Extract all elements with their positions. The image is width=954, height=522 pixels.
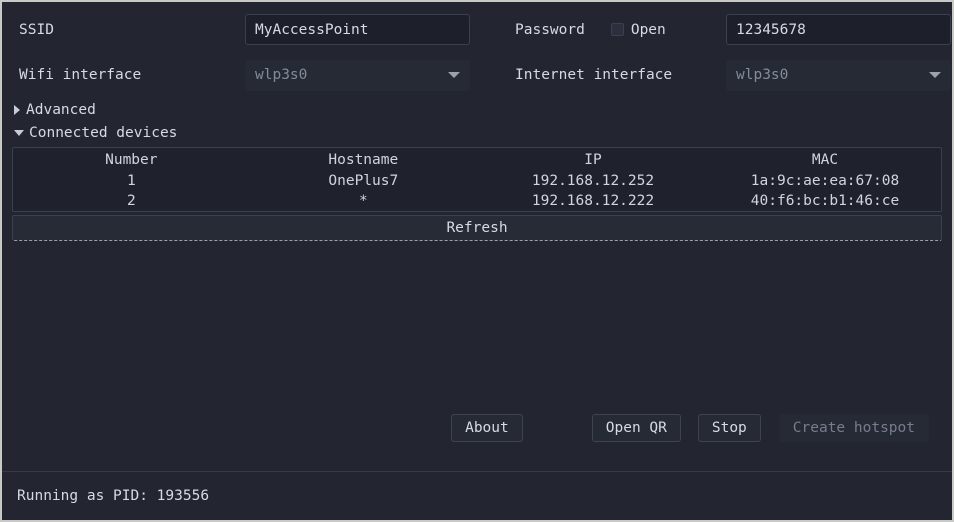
action-button-bar: About Open QR Stop Create hotspot xyxy=(2,414,952,442)
ssid-input[interactable] xyxy=(245,14,470,45)
status-text: Running as PID: 193556 xyxy=(17,488,210,504)
password-label: Password xyxy=(515,21,585,38)
refresh-button[interactable]: Refresh xyxy=(12,215,942,241)
cell-ip: 192.168.12.222 xyxy=(531,193,655,209)
table-row[interactable]: 2 * 192.168.12.222 40:f6:bc:b1:46:ce xyxy=(13,191,941,211)
table-header: Number Hostname IP MAC xyxy=(13,148,941,171)
table-header-row: Number Hostname IP MAC xyxy=(13,148,941,171)
wifi-interface-value: wlp3s0 xyxy=(255,67,308,83)
expander-advanced-label: Advanced xyxy=(26,101,96,118)
connected-devices-table: Number Hostname IP MAC 1 OnePlus7 192.16… xyxy=(13,148,941,211)
main-content: SSID Password Open Wifi interface xyxy=(2,2,952,471)
wifi-interface-cell: wlp3s0 xyxy=(245,59,476,91)
create-hotspot-button[interactable]: Create hotspot xyxy=(778,414,929,442)
chevron-down-icon xyxy=(448,72,460,78)
refresh-button-label: Refresh xyxy=(446,220,508,236)
password-field-cell xyxy=(726,14,951,45)
wifi-interface-label: Wifi interface xyxy=(19,67,142,83)
status-bar: Running as PID: 193556 xyxy=(2,471,952,520)
expander-advanced[interactable]: Advanced xyxy=(2,98,952,121)
internet-interface-select[interactable]: wlp3s0 xyxy=(726,59,951,91)
settings-form: SSID Password Open Wifi interface xyxy=(2,2,952,98)
password-input[interactable] xyxy=(726,14,951,45)
open-checkbox-label: Open xyxy=(630,21,666,38)
cell-hostname: OnePlus7 xyxy=(328,173,399,189)
connected-devices-table-wrapper: Number Hostname IP MAC 1 OnePlus7 192.16… xyxy=(12,147,942,212)
column-header-mac: MAC xyxy=(811,152,839,168)
chevron-down-icon xyxy=(929,72,941,78)
triangle-down-icon xyxy=(14,129,24,136)
cell-ip: 192.168.12.252 xyxy=(531,173,655,189)
open-qr-button[interactable]: Open QR xyxy=(591,414,681,442)
about-button[interactable]: About xyxy=(451,414,523,442)
hotspot-app-window: SSID Password Open Wifi interface xyxy=(0,0,954,522)
column-header-number: Number xyxy=(105,152,158,168)
wifi-interface-select[interactable]: wlp3s0 xyxy=(245,59,470,91)
ssid-field-cell xyxy=(245,14,476,45)
internet-interface-label: Internet interface xyxy=(515,67,673,83)
cell-number: 1 xyxy=(126,173,136,189)
ssid-label: SSID xyxy=(19,21,54,38)
expander-connected-devices-label: Connected devices xyxy=(29,124,178,141)
table-body: 1 OnePlus7 192.168.12.252 1a:9c:ae:ea:67… xyxy=(13,171,941,211)
column-header-ip: IP xyxy=(584,152,602,168)
open-checkbox[interactable] xyxy=(610,23,624,36)
internet-interface-cell: wlp3s0 xyxy=(726,59,951,91)
open-checkbox-group[interactable]: Open xyxy=(610,21,666,38)
cell-number: 2 xyxy=(126,193,136,209)
cell-mac: 40:f6:bc:b1:46:ce xyxy=(750,193,900,209)
column-header-hostname: Hostname xyxy=(328,152,399,168)
cell-hostname: * xyxy=(358,193,368,209)
expander-connected-devices[interactable]: Connected devices xyxy=(2,121,952,144)
triangle-right-icon xyxy=(14,104,20,115)
table-row[interactable]: 1 OnePlus7 192.168.12.252 1a:9c:ae:ea:67… xyxy=(13,171,941,191)
stop-button[interactable]: Stop xyxy=(697,414,761,442)
password-label-group: Password Open xyxy=(498,22,726,38)
internet-interface-value: wlp3s0 xyxy=(736,67,789,83)
cell-mac: 1a:9c:ae:ea:67:08 xyxy=(750,173,900,189)
